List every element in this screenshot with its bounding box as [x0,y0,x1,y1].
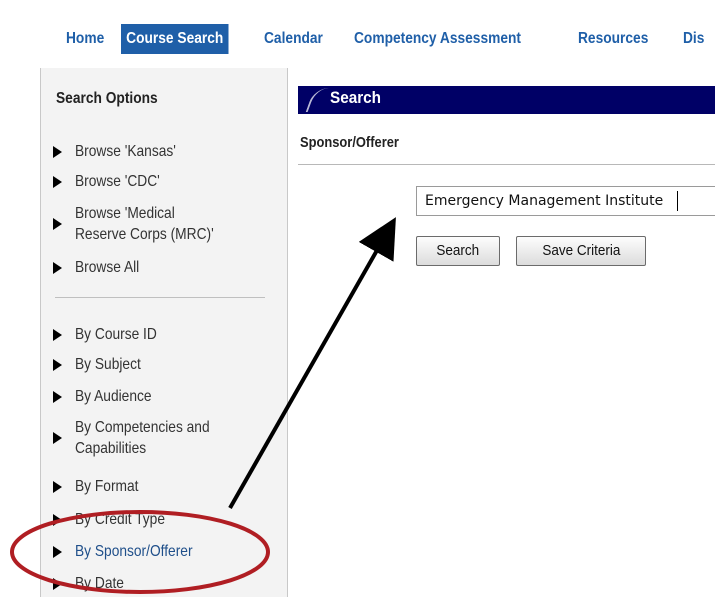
triangle-right-icon [53,146,62,158]
nav-course-search[interactable]: Course Search [121,24,229,54]
sponsor-offerer-input[interactable] [416,186,715,216]
triangle-right-icon [53,176,62,188]
search-header-bar: Search [298,86,715,114]
nav-competency-assessment[interactable]: Competency Assessment [354,24,521,54]
save-criteria-button-label: Save Criteria [541,242,621,259]
nav-home[interactable]: Home [66,24,104,54]
nav-dis-truncated[interactable]: Dis [683,24,707,54]
triangle-right-icon [53,514,62,526]
search-button[interactable]: Search [416,236,500,266]
sidebar-item-label: Browse 'CDC' [75,173,160,190]
triangle-right-icon [53,329,62,341]
search-header-title: Search [330,88,382,107]
sidebar-item-label-line1: By Competencies and [75,419,210,436]
sidebar-item-label: By Format [75,478,139,495]
triangle-right-icon [53,359,62,371]
top-navigation: Home Course Search Calendar Competency A… [0,14,715,60]
sidebar-item-label: By Credit Type [75,511,165,528]
triangle-right-icon [53,546,62,558]
triangle-right-icon [53,218,62,230]
sidebar-item-label: By Sponsor/Offerer [75,543,193,560]
triangle-right-icon [53,432,62,444]
sidebar-title: Search Options [56,90,158,107]
sponsor-offerer-label: Sponsor/Offerer [300,134,399,151]
sidebar-item-label: By Audience [75,388,152,405]
text-cursor [677,191,678,211]
nav-calendar[interactable]: Calendar [264,24,323,54]
search-options-sidebar: Search Options Browse 'Kansas' Browse 'C… [40,68,288,597]
sidebar-item-label: By Course ID [75,326,157,343]
sidebar-item-label: By Subject [75,356,141,373]
sidebar-item-label-line2: Capabilities [75,440,147,457]
section-divider [298,164,715,165]
sidebar-item-label-line2: Reserve Corps (MRC)' [75,226,214,243]
sidebar-item-label: Browse 'Kansas' [75,143,176,160]
save-criteria-button[interactable]: Save Criteria [516,236,646,266]
sidebar-item-label-line1: Browse 'Medical [75,205,175,222]
triangle-right-icon [53,262,62,274]
search-button-label: Search [436,242,480,259]
triangle-right-icon [53,481,62,493]
triangle-right-icon [53,391,62,403]
sidebar-item-label: Browse All [75,259,140,276]
nav-resources[interactable]: Resources [578,24,648,54]
sidebar-item-label: By Date [75,575,124,592]
triangle-right-icon [53,578,62,590]
sidebar-divider [55,297,265,298]
